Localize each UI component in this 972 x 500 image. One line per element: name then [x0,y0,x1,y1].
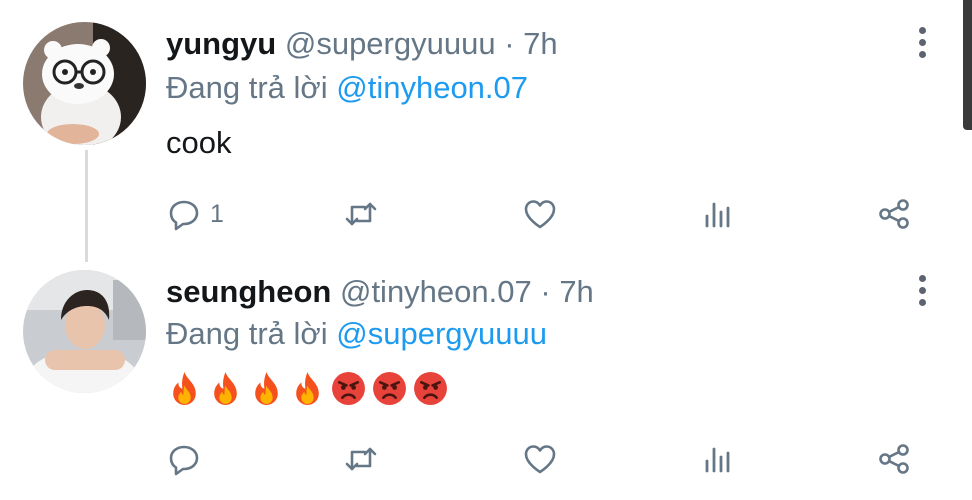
display-name[interactable]: seungheon [166,274,331,309]
reply-mention[interactable]: @tinyheon.07 [336,70,528,105]
reply-button[interactable]: 1 [166,189,224,239]
reply-prefix: Đang trả lời [166,70,328,105]
tweet-actions [0,434,972,484]
reply-count: 1 [210,199,224,228]
like-button[interactable] [522,434,558,484]
reply-prefix: Đang trả lời [166,316,328,351]
angry-face-icon [332,372,365,405]
retweet-icon [345,447,377,471]
retweet-button[interactable] [343,434,379,484]
tweet-header: seungheon @tinyheon.07 · 7h [166,272,594,312]
fire-icon [296,372,319,405]
share-icon [879,444,909,474]
share-button[interactable] [876,189,912,239]
separator: · [495,26,524,61]
separator: · [531,274,560,309]
reply-icon [169,200,199,231]
views-button[interactable] [700,434,736,484]
tweet-header: yungyu @supergyuuuu · 7h [166,24,558,64]
avatar[interactable] [23,270,146,393]
bar-chart-icon [705,447,730,473]
handle[interactable]: @supergyuuuu [285,26,496,61]
avatar[interactable] [23,22,146,145]
dot-icon [918,298,926,306]
heart-icon [524,445,556,474]
reply-button[interactable] [166,434,202,484]
retweet-button[interactable] [343,189,379,239]
share-icon [879,199,909,229]
heart-icon [524,200,556,229]
reply-mention[interactable]: @supergyuuuu [336,316,547,351]
dot-icon [918,286,926,294]
timestamp[interactable]: 7h [523,26,557,61]
replying-to: Đang trả lời @tinyheon.07 [166,68,528,108]
dot-icon [918,274,926,282]
reply-icon [169,445,199,476]
timestamp[interactable]: 7h [559,274,593,309]
angry-face-icon [373,372,406,405]
fire-icon [173,372,196,405]
dot-icon [918,26,926,34]
more-options-button[interactable] [905,270,939,310]
retweet-icon [345,202,377,226]
more-options-button[interactable] [905,22,939,62]
bar-chart-icon [705,202,730,228]
like-button[interactable] [522,189,558,239]
dot-icon [918,50,926,58]
dot-icon [918,38,926,46]
share-button[interactable] [876,434,912,484]
replying-to: Đang trả lời @supergyuuuu [166,314,547,354]
views-button[interactable] [700,189,736,239]
tweet: yungyu @supergyuuuu · 7h Đang trả lời @t… [0,0,972,262]
tweet-text: cook [166,125,232,160]
tweet: seungheon @tinyheon.07 · 7h Đang trả lời… [0,262,972,500]
fire-icon [214,372,237,405]
fire-icon [255,372,278,405]
display-name[interactable]: yungyu [166,26,276,61]
tweet-text [166,370,449,407]
tweet-actions: 1 [0,189,972,239]
handle[interactable]: @tinyheon.07 [340,274,532,309]
angry-face-icon [414,372,447,405]
